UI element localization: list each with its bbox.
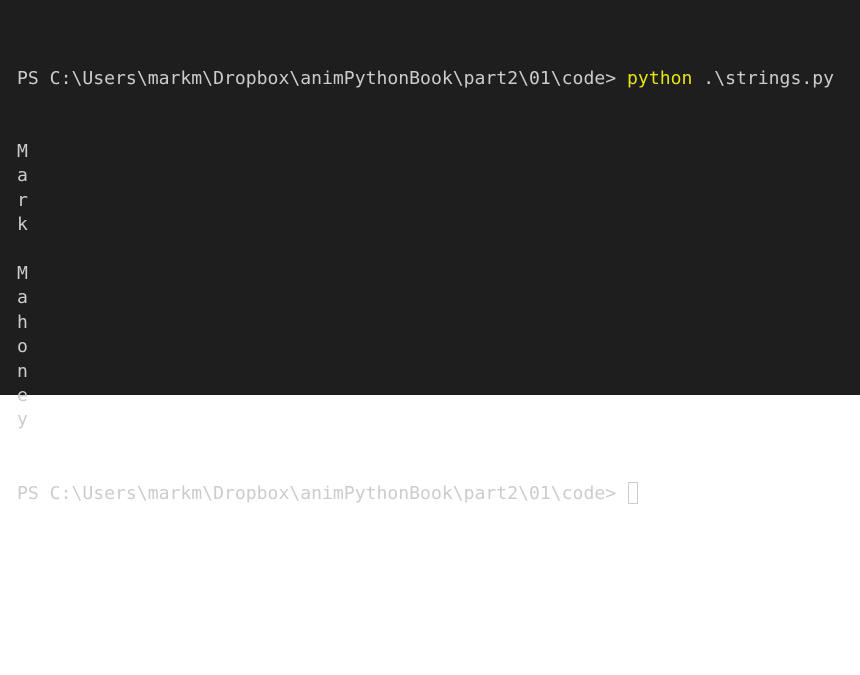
output-line: h xyxy=(17,311,28,333)
output-line: e xyxy=(17,384,28,406)
command-line: PS C:\Users\markm\Dropbox\animPythonBook… xyxy=(17,67,834,91)
cursor xyxy=(628,481,639,504)
current-prompt-line[interactable]: PS C:\Users\markm\Dropbox\animPythonBook… xyxy=(17,481,834,506)
output-line: r xyxy=(17,189,28,211)
output-line: a xyxy=(17,287,28,309)
output-line: M xyxy=(17,262,28,284)
output-line: n xyxy=(17,360,28,382)
output-line: k xyxy=(17,214,28,236)
command: python xyxy=(627,67,693,89)
output-line: o xyxy=(17,336,28,358)
command-args: .\strings.py xyxy=(692,67,835,89)
output-line: M xyxy=(17,141,28,163)
output-line: y xyxy=(17,409,28,431)
terminal-panel[interactable]: PS C:\Users\markm\Dropbox\animPythonBook… xyxy=(0,0,860,504)
output-line: a xyxy=(17,165,28,187)
prompt: PS C:\Users\markm\Dropbox\animPythonBook… xyxy=(17,67,628,89)
prompt: PS C:\Users\markm\Dropbox\animPythonBook… xyxy=(17,482,628,504)
terminal-output: PS C:\Users\markm\Dropbox\animPythonBook… xyxy=(17,18,834,555)
